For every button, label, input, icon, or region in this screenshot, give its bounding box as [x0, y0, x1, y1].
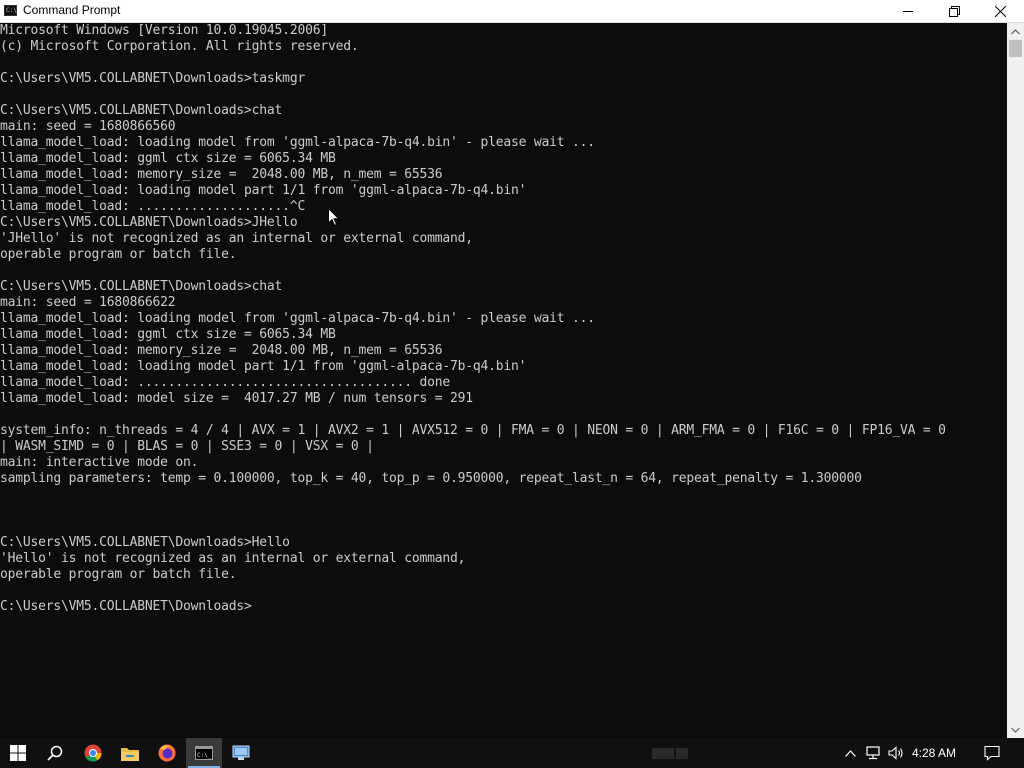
clock[interactable]: 4:28 AM: [912, 746, 956, 760]
remote-desktop-icon: [232, 745, 250, 760]
svg-text:C:\_: C:\_: [197, 752, 212, 759]
network-icon: [866, 746, 880, 760]
title-bar[interactable]: C:\ Command Prompt: [0, 0, 1024, 23]
console-line: Microsoft Windows [Version 10.0.19045.20…: [0, 23, 328, 38]
console-line: llama_model_load: loading model from 'gg…: [0, 135, 595, 150]
chevron-down-icon: [1011, 727, 1020, 733]
console-line: llama_model_load: model size = 4017.27 M…: [0, 391, 473, 406]
command-prompt-icon: C:\: [4, 5, 17, 16]
console-line: sampling parameters: temp = 0.100000, to…: [0, 471, 862, 486]
console-line: C:\Users\VM5.COLLABNET\Downloads>chat: [0, 103, 283, 118]
console-line: operable program or batch file.: [0, 247, 237, 262]
taskbar-remote-desktop[interactable]: [223, 738, 259, 768]
console-line: llama_model_load: ....................^C: [0, 199, 306, 214]
mouse-cursor-icon: [328, 208, 340, 227]
console-line: 'Hello' is not recognized as an internal…: [0, 551, 466, 566]
console-line: 'JHello' is not recognized as an interna…: [0, 231, 473, 246]
close-button[interactable]: [977, 0, 1023, 22]
console-line: main: seed = 1680866560: [0, 119, 176, 134]
console-line: C:\Users\VM5.COLLABNET\Downloads>Hello: [0, 535, 290, 550]
console-line: main: interactive mode on.: [0, 455, 199, 470]
minimize-button[interactable]: [885, 0, 931, 22]
vertical-scrollbar[interactable]: [1007, 23, 1024, 738]
console-line: llama_model_load: ggml ctx size = 6065.3…: [0, 151, 336, 166]
chevron-up-icon: [1011, 28, 1020, 34]
windows-logo-icon: [10, 745, 26, 761]
taskbar-command-prompt[interactable]: C:\_: [186, 738, 222, 768]
console-text: Microsoft Windows [Version 10.0.19045.20…: [0, 23, 1008, 615]
volume-button[interactable]: [886, 738, 906, 768]
tray-hidden-app[interactable]: [650, 738, 690, 768]
console-line: main: seed = 1680866622: [0, 295, 176, 310]
search-button[interactable]: [37, 738, 73, 768]
start-button[interactable]: [0, 738, 36, 768]
taskbar-thumbnail-icon: [652, 748, 688, 759]
console-line: llama_model_load: loading model part 1/1…: [0, 359, 527, 374]
volume-icon: [888, 746, 903, 760]
scroll-up-arrow[interactable]: [1007, 23, 1024, 40]
scroll-down-arrow[interactable]: [1007, 721, 1024, 738]
taskbar: C:\_ 4:28 AM: [0, 738, 1024, 768]
restore-button[interactable]: [931, 0, 977, 22]
console-line: llama_model_load: memory_size = 2048.00 …: [0, 167, 443, 182]
console-line: operable program or batch file.: [0, 567, 237, 582]
console-line: llama_model_load: ggml ctx size = 6065.3…: [0, 327, 336, 342]
search-icon: [47, 745, 63, 761]
close-icon: [994, 5, 1006, 17]
console-output[interactable]: Microsoft Windows [Version 10.0.19045.20…: [0, 23, 1008, 738]
console-line: C:\Users\VM5.COLLABNET\Downloads>chat: [0, 279, 283, 294]
window-title: Command Prompt: [23, 3, 121, 17]
folder-icon: [121, 747, 139, 761]
scroll-thumb[interactable]: [1009, 40, 1022, 57]
console-line: system_info: n_threads = 4 / 4 | AVX = 1…: [0, 423, 946, 438]
network-status-button[interactable]: [863, 738, 883, 768]
console-line: C:\Users\VM5.COLLABNET\Downloads>: [0, 599, 252, 614]
show-hidden-icons-button[interactable]: [840, 738, 860, 768]
console-line: C:\Users\VM5.COLLABNET\Downloads>JHello: [0, 215, 298, 230]
console-line: | WASM_SIMD = 0 | BLAS = 0 | SSE3 = 0 | …: [0, 439, 374, 454]
notifications-icon: [984, 745, 1000, 761]
chrome-icon: [84, 744, 102, 762]
minimize-icon: [903, 11, 913, 12]
action-center-button[interactable]: [980, 738, 1004, 768]
console-line: (c) Microsoft Corporation. All rights re…: [0, 39, 359, 54]
console-line: llama_model_load: memory_size = 2048.00 …: [0, 343, 443, 358]
chevron-up-icon: [844, 749, 856, 757]
firefox-icon: [158, 744, 176, 762]
taskbar-file-explorer[interactable]: [112, 738, 148, 768]
command-prompt-window: C:\ Command Prompt Microsoft Windows [Ve…: [0, 0, 1024, 738]
console-line: llama_model_load: loading model part 1/1…: [0, 183, 527, 198]
restore-icon: [948, 5, 960, 17]
console-line: C:\Users\VM5.COLLABNET\Downloads>taskmgr: [0, 71, 306, 86]
command-prompt-icon: C:\_: [195, 746, 213, 760]
console-line: llama_model_load: ......................…: [0, 375, 450, 390]
console-line: llama_model_load: loading model from 'gg…: [0, 311, 595, 326]
taskbar-chrome[interactable]: [75, 738, 111, 768]
taskbar-firefox[interactable]: [149, 738, 185, 768]
